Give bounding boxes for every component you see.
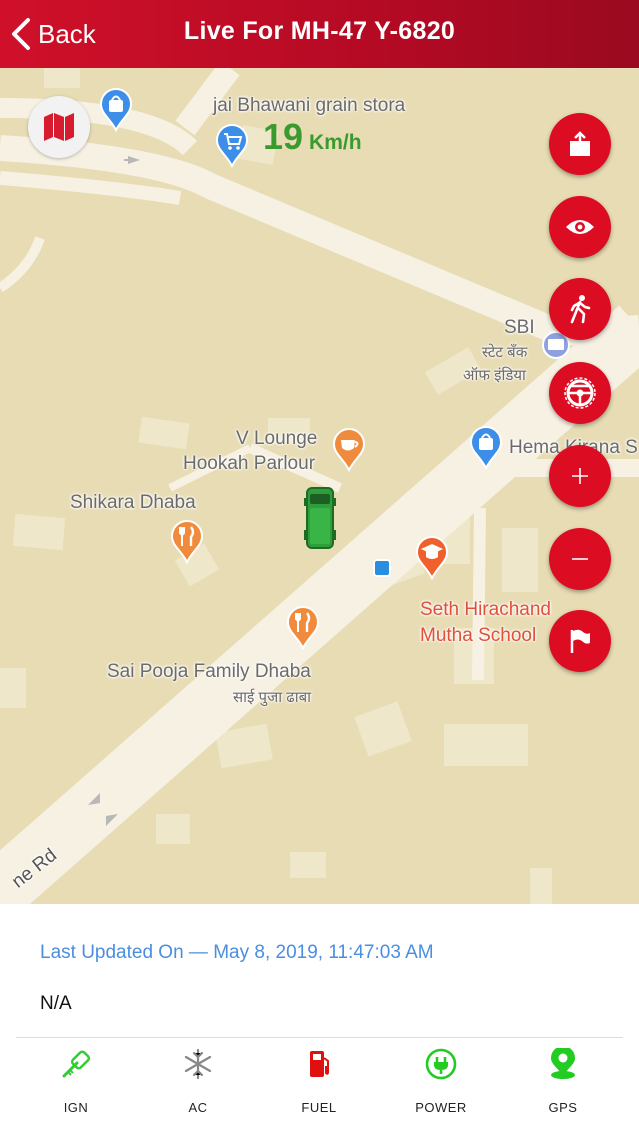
folded-map-icon xyxy=(44,113,74,141)
speed-value: 19 xyxy=(263,116,304,157)
eye-icon xyxy=(566,220,594,234)
zoom-out-button[interactable] xyxy=(549,528,611,590)
poi-label-v-lounge: V Lounge xyxy=(236,428,318,449)
fuel-pump-icon xyxy=(310,1051,329,1077)
speed-unit: Km/h xyxy=(309,131,362,154)
minus-icon xyxy=(572,558,588,560)
poi-label-mutha-school: Mutha School xyxy=(420,625,537,646)
cafe-pin-icon xyxy=(332,428,366,472)
status-bar: IGN AC FUEL POWER GPS xyxy=(0,1038,639,1136)
power-plug-icon xyxy=(425,1048,457,1080)
shopping-bag-pin-icon xyxy=(469,426,503,470)
gps-pin-icon xyxy=(551,1048,575,1079)
poi-label-sbi: SBI xyxy=(504,317,535,338)
flag-icon xyxy=(570,629,590,653)
address-text: N/A xyxy=(40,993,72,1014)
snowflake-icon xyxy=(184,1048,212,1080)
restaurant-pin-icon xyxy=(286,606,320,650)
view-button[interactable] xyxy=(549,196,611,258)
vehicle-marker-icon[interactable] xyxy=(304,486,336,550)
status-power[interactable]: POWER xyxy=(391,1038,491,1136)
nav-bar: Back Live For MH-47 Y-6820 xyxy=(0,0,639,68)
poi-label-sbi-hindi-1: स्टेट बँक xyxy=(482,344,528,361)
poi-label-jai-bhawani: jai Bhawani grain stora xyxy=(213,95,406,116)
page-title: Live For MH-47 Y-6820 xyxy=(183,17,456,45)
shopping-cart-pin-icon xyxy=(215,124,249,168)
flag-button[interactable] xyxy=(549,610,611,672)
school-pin-icon xyxy=(415,536,449,580)
status-fuel[interactable]: FUEL xyxy=(269,1038,369,1136)
plus-icon xyxy=(572,468,588,484)
status-label-ign: IGN xyxy=(63,1100,89,1115)
share-button[interactable] xyxy=(549,113,611,175)
poi-label-sai-pooja-hindi: साई पुजा ढाबा xyxy=(233,689,312,706)
bus-stop-icon xyxy=(373,559,391,577)
zoom-in-button[interactable] xyxy=(549,445,611,507)
status-ac[interactable]: AC xyxy=(148,1038,248,1136)
status-label-ac: AC xyxy=(188,1100,208,1115)
map-type-toggle-button[interactable] xyxy=(28,96,90,158)
poi-label-sai-pooja: Sai Pooja Family Dhaba xyxy=(107,661,311,682)
steering-button[interactable] xyxy=(549,362,611,424)
restaurant-pin-icon xyxy=(170,520,204,564)
share-icon xyxy=(570,131,590,156)
vehicle-info-panel: Last Updated On — May 8, 2019, 11:47:03 … xyxy=(0,904,639,1136)
map-view[interactable]: 19 Km/h jai Bhawani grain stora SBI स्टेट… xyxy=(0,68,639,904)
speed-readout: 19 Km/h xyxy=(263,116,362,158)
status-label-fuel: FUEL xyxy=(301,1100,337,1115)
steering-wheel-icon xyxy=(564,377,596,409)
shopping-bag-pin-icon xyxy=(99,88,133,132)
status-gps[interactable]: GPS xyxy=(513,1038,613,1136)
poi-label-seth-hirachand: Seth Hirachand xyxy=(420,599,551,620)
poi-label-hookah-parlour: Hookah Parlour xyxy=(183,453,316,474)
status-label-gps: GPS xyxy=(548,1100,578,1115)
walking-person-icon xyxy=(570,295,591,324)
last-updated-text: Last Updated On — May 8, 2019, 11:47:03 … xyxy=(40,942,434,963)
poi-label-sbi-hindi-2: ऑफ इंडिया xyxy=(463,367,526,384)
status-label-power: POWER xyxy=(415,1100,467,1115)
street-view-button[interactable] xyxy=(549,278,611,340)
ignition-key-icon xyxy=(62,1050,91,1078)
status-ign[interactable]: IGN xyxy=(26,1038,126,1136)
poi-label-shikara-dhaba: Shikara Dhaba xyxy=(70,492,196,513)
